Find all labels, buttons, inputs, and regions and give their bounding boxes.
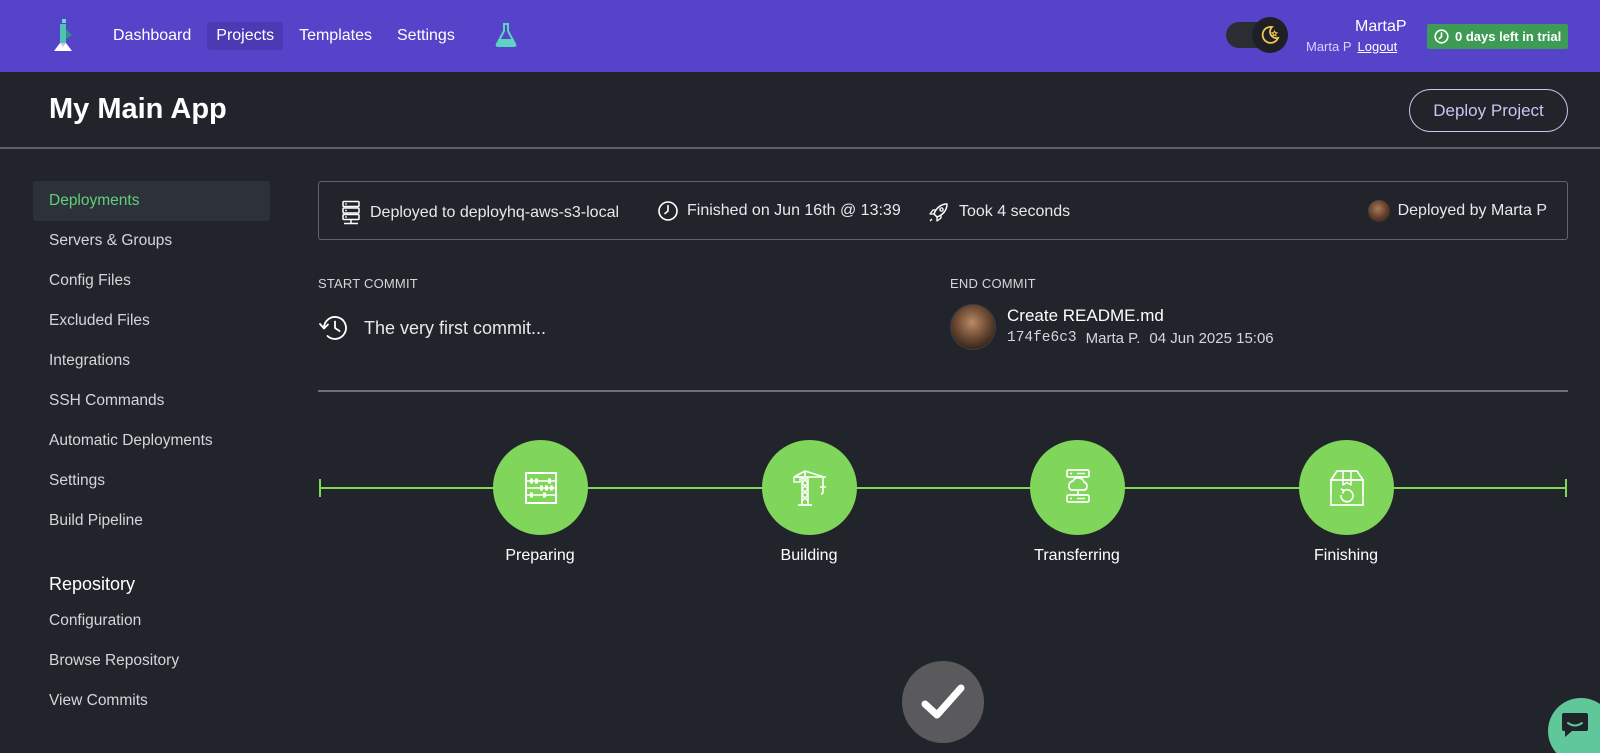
pipeline-end-cap (1565, 479, 1567, 497)
sidebar-item-ssh-commands[interactable]: SSH Commands (33, 381, 270, 421)
stage-label-preparing: Preparing (505, 547, 575, 564)
start-commit-text: The very first commit... (364, 317, 547, 338)
end-commit-label: END COMMIT (950, 276, 1036, 291)
user-subline: Marta P Logout (1306, 39, 1397, 54)
chat-widget-button[interactable] (1548, 698, 1600, 753)
stage-preparing (493, 440, 588, 535)
crane-icon (792, 469, 826, 506)
stage-finishing (1299, 440, 1394, 535)
sidebar-heading-repository: Repository (49, 573, 136, 594)
pipeline-start-cap (319, 479, 321, 497)
stage-building (762, 440, 857, 535)
nav-settings[interactable]: Settings (388, 22, 464, 50)
stage-label-building: Building (780, 547, 838, 564)
deployhq-logo-icon[interactable] (50, 17, 78, 55)
sidebar-item-excluded-files[interactable]: Excluded Files (33, 301, 270, 341)
main-nav: Dashboard Projects Templates Settings (104, 22, 471, 50)
commit-hash[interactable]: 174fe6c3 (1007, 330, 1077, 347)
sidebar-item-configuration[interactable]: Configuration (33, 601, 270, 641)
deploy-target-text: Deployed to deployhq-aws-s3-local (370, 204, 620, 221)
sidebar-item-browse-repository[interactable]: Browse Repository (33, 641, 270, 681)
sidebar-item-deployments[interactable]: Deployments (33, 181, 270, 221)
deployment-info-bar: Deployed to deployhq-aws-s3-local Finish… (318, 181, 1568, 240)
top-navbar: Dashboard Projects Templates Settings Ma… (0, 0, 1600, 72)
clock-icon (658, 201, 678, 221)
deploy-duration-text: Took 4 seconds (959, 203, 1071, 220)
end-commit-meta: 174fe6c3 Marta P. 04 Jun 2025 15:06 (1007, 330, 1274, 347)
logout-link[interactable]: Logout (1358, 39, 1398, 54)
sidebar-item-build-pipeline[interactable]: Build Pipeline (33, 501, 270, 541)
page-title: My Main App (49, 93, 227, 125)
commit-date: 04 Jun 2025 15:06 (1149, 330, 1274, 347)
deploy-duration: Took 4 seconds (927, 200, 1070, 224)
start-commit: The very first commit... (318, 313, 546, 343)
nav-dashboard[interactable]: Dashboard (104, 22, 200, 50)
start-commit-label: START COMMIT (318, 276, 418, 291)
header-divider (0, 147, 1600, 149)
deploy-finished: Finished on Jun 16th @ 13:39 (657, 200, 901, 222)
deploy-project-button[interactable]: Deploy Project (1409, 89, 1568, 132)
server-icon (342, 200, 360, 225)
deployed-by: Deployed by Marta P (1367, 200, 1547, 222)
server-cloud-icon (1065, 468, 1090, 503)
sidebar-item-view-commits[interactable]: View Commits (33, 681, 270, 721)
nav-templates[interactable]: Templates (290, 22, 381, 50)
clock-icon (1434, 29, 1449, 44)
chat-bubble-icon (1562, 713, 1588, 737)
history-icon (319, 316, 347, 340)
deployment-complete-badge (902, 661, 984, 743)
sidebar-item-config-files[interactable]: Config Files (33, 261, 270, 301)
user-full-name: Marta P (1306, 39, 1352, 54)
commit-author: Marta P. (1085, 330, 1141, 347)
sidebar-item-automatic-deployments[interactable]: Automatic Deployments (33, 421, 270, 461)
deploy-target: Deployed to deployhq-aws-s3-local (340, 200, 619, 226)
stage-label-finishing: Finishing (1313, 547, 1379, 564)
rocket-icon (929, 203, 948, 222)
trial-text: 0 days left in trial (1455, 29, 1562, 44)
nav-projects[interactable]: Projects (207, 22, 284, 50)
end-commit-title[interactable]: Create README.md (1007, 306, 1164, 326)
sidebar-item-settings[interactable]: Settings (33, 461, 270, 501)
deploy-finished-text: Finished on Jun 16th @ 13:39 (687, 202, 901, 219)
section-divider (318, 390, 1568, 392)
dark-mode-knob[interactable] (1252, 17, 1288, 53)
commit-author-avatar (950, 304, 996, 350)
package-icon (1329, 469, 1364, 506)
stage-label-transferring: Transferring (1034, 547, 1120, 564)
deployer-avatar (1367, 200, 1390, 222)
sidebar-item-servers-groups[interactable]: Servers & Groups (33, 221, 270, 261)
username: MartaP (1355, 18, 1407, 35)
stage-transferring (1030, 440, 1125, 535)
deployed-by-text: Deployed by Marta P (1397, 202, 1547, 219)
flask-icon[interactable] (494, 22, 518, 48)
trial-badge[interactable]: 0 days left in trial (1427, 24, 1569, 49)
moon-star-icon (1261, 26, 1280, 44)
project-sidebar: Deployments Servers & Groups Config File… (33, 181, 270, 721)
abacus-icon (524, 471, 557, 504)
checkmark-icon (921, 684, 965, 719)
sidebar-item-integrations[interactable]: Integrations (33, 341, 270, 381)
